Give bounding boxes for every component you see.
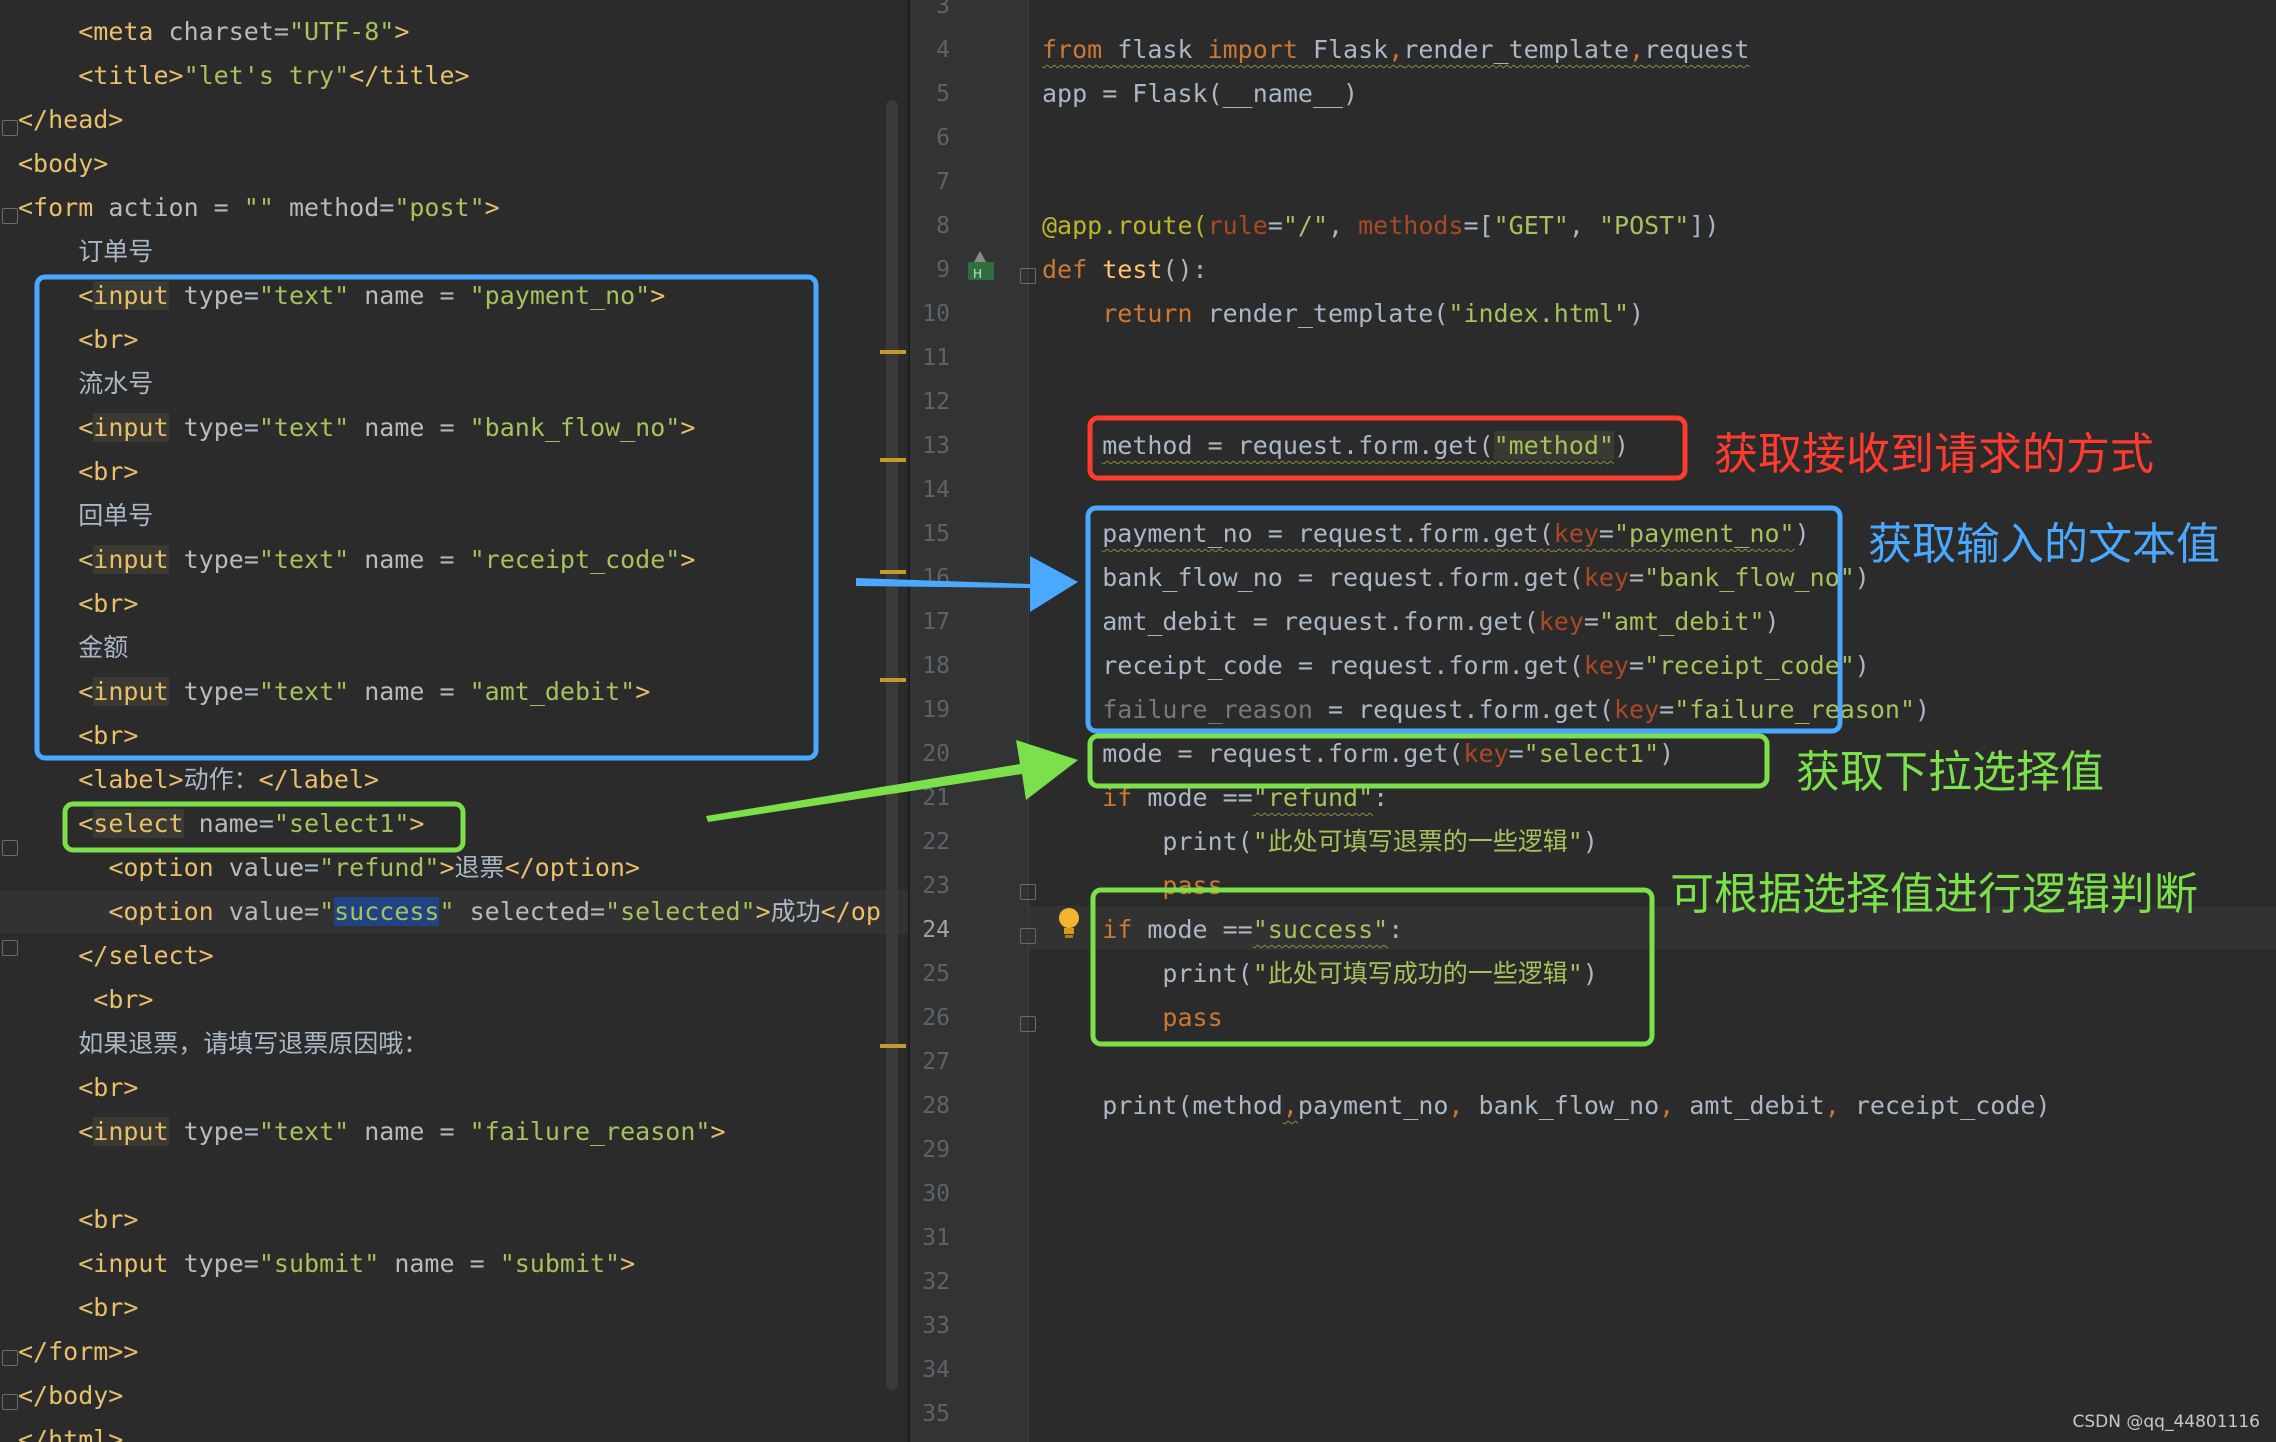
annotation-green-label-select: 获取下拉选择值	[1796, 747, 2104, 798]
ide-window: <meta charset="UTF-8"> <title>"let's try…	[0, 0, 2276, 1442]
blue-arrow	[856, 556, 1078, 612]
green-highlight-box-select	[62, 801, 466, 853]
red-highlight-box-method	[1087, 415, 1688, 481]
watermark: CSDN @qq_44801116	[2072, 1412, 2260, 1432]
annotation-overlay	[34, 274, 1843, 1047]
green-highlight-box-if	[1090, 887, 1655, 1047]
annotation-green-label-logic: 可根据选择值进行逻辑判断	[1670, 869, 2198, 920]
blue-highlight-box-python	[1085, 505, 1843, 734]
green-arrow	[706, 740, 1078, 822]
blue-highlight-box-html	[34, 274, 819, 761]
annotation-red-label: 获取接收到请求的方式	[1714, 429, 2154, 480]
green-highlight-box-mode	[1087, 733, 1770, 789]
annotation-blue-label: 获取输入的文本值	[1868, 519, 2220, 570]
